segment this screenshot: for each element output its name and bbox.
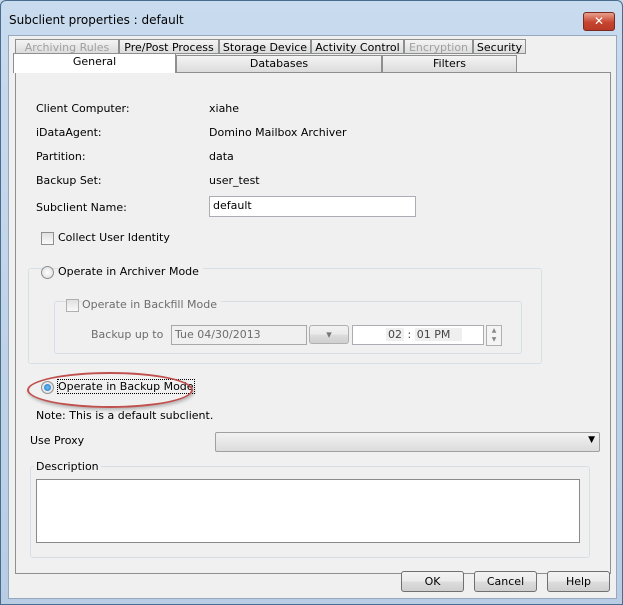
tab-databases[interactable]: Databases: [176, 55, 382, 73]
window-title: Subclient properties : default: [9, 13, 184, 27]
idataagent-value: Domino Mailbox Archiver: [209, 126, 347, 139]
use-proxy-label: Use Proxy: [30, 434, 85, 447]
time-minute[interactable]: 01 PM: [414, 328, 463, 341]
chevron-down-icon: ▾: [326, 328, 332, 341]
description-label: Description: [34, 460, 101, 473]
tab-archiving-rules[interactable]: Archiving Rules: [15, 39, 119, 54]
close-icon: ✕: [593, 14, 605, 28]
backfill-mode-checkbox[interactable]: [66, 299, 79, 312]
spin-up-icon[interactable]: ▲: [487, 326, 501, 335]
spin-down-icon[interactable]: ▼: [487, 335, 501, 344]
date-dropdown-button[interactable]: ▾: [309, 325, 349, 344]
tab-filters[interactable]: Filters: [382, 55, 517, 73]
description-textarea[interactable]: [36, 479, 580, 543]
close-button[interactable]: ✕: [583, 12, 615, 31]
archiver-mode-radio[interactable]: [41, 266, 54, 279]
tab-pre-post-process[interactable]: Pre/Post Process: [119, 39, 219, 54]
time-separator: :: [407, 328, 412, 341]
help-button[interactable]: Help: [547, 571, 610, 592]
client-computer-value: xiahe: [209, 102, 240, 115]
idataagent-label: iDataAgent:: [36, 126, 102, 139]
tab-storage-device[interactable]: Storage Device: [219, 39, 311, 54]
partition-label: Partition:: [36, 150, 86, 163]
cancel-button[interactable]: Cancel: [474, 571, 537, 592]
client-computer-label: Client Computer:: [36, 102, 130, 115]
tab-encryption[interactable]: Encryption: [404, 39, 473, 54]
subclient-name-label: Subclient Name:: [36, 201, 127, 214]
default-subclient-note: Note: This is a default subclient.: [36, 409, 214, 422]
dialog-body: Archiving Rules Pre/Post Process Storage…: [8, 35, 617, 599]
subclient-name-input[interactable]: default: [209, 196, 416, 217]
time-hour[interactable]: 02: [386, 328, 404, 341]
partition-value: data: [209, 150, 234, 163]
backup-set-label: Backup Set:: [36, 174, 102, 187]
dialog-window: Subclient properties : default ✕ Archivi…: [0, 0, 623, 605]
use-proxy-dropdown[interactable]: ▼: [215, 432, 600, 452]
backup-time-field[interactable]: 02 : 01 PM: [352, 325, 484, 345]
backup-date-field[interactable]: Tue 04/30/2013: [171, 325, 307, 345]
time-spinner[interactable]: ▲ ▼: [486, 325, 502, 346]
tab-activity-control[interactable]: Activity Control: [311, 39, 404, 54]
archiver-mode-label: Operate in Archiver Mode: [58, 265, 203, 278]
collect-user-identity-label: Collect User Identity: [58, 231, 170, 244]
backup-set-value: user_test: [209, 174, 260, 187]
collect-user-identity-checkbox[interactable]: [41, 232, 54, 245]
general-panel: Client Computer: xiahe iDataAgent: Domin…: [15, 72, 611, 574]
backup-up-to-label: Backup up to: [91, 328, 164, 341]
tab-general[interactable]: General: [13, 53, 176, 73]
highlight-annotation: [27, 372, 193, 408]
ok-button[interactable]: OK: [401, 571, 464, 592]
tab-security[interactable]: Security: [473, 39, 526, 54]
backfill-mode-label: Operate in Backfill Mode: [82, 298, 221, 311]
chevron-down-icon: ▼: [588, 435, 595, 445]
